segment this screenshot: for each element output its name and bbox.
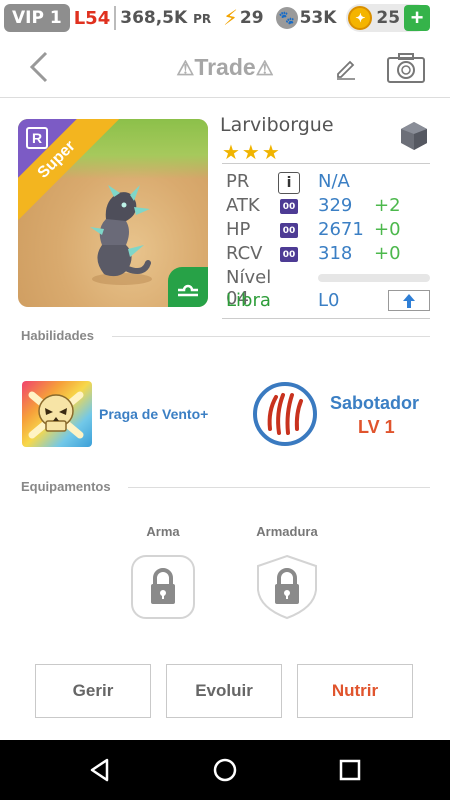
weapon-slot[interactable] xyxy=(130,554,196,620)
camera-icon[interactable] xyxy=(386,52,426,84)
sign-upgrade-button[interactable] xyxy=(388,290,430,311)
divider xyxy=(114,6,117,30)
stat-label: HP xyxy=(226,219,251,240)
stat-value: 329 xyxy=(318,195,353,216)
stat-bonus: +0 xyxy=(374,243,401,264)
level-progress-bar xyxy=(318,274,430,282)
section-divider xyxy=(112,336,430,337)
rock-element-icon xyxy=(401,122,427,150)
stat-value: 318 xyxy=(318,243,353,264)
vip-badge[interactable]: VIP 1 xyxy=(4,4,70,32)
stat-bonus: +0 xyxy=(374,219,401,240)
sign-level: L0 xyxy=(318,290,340,311)
coin-icon: ✦ xyxy=(348,6,373,30)
rarity-badge: R xyxy=(26,127,48,149)
back-triangle-icon[interactable] xyxy=(88,758,112,782)
status-bar: VIP 1 L54 368,5K PR ⚡ 29 🐾 53K ✦ 25 + xyxy=(0,0,450,36)
player-level: L54 xyxy=(73,7,111,29)
energy-value: 29 xyxy=(239,8,264,28)
lightning-icon: ⚡ xyxy=(223,6,238,30)
armor-slot-label: Armadura xyxy=(256,524,318,539)
add-coins-button[interactable]: + xyxy=(404,5,431,31)
skull-icon xyxy=(28,391,84,439)
recents-square-icon[interactable] xyxy=(338,758,362,782)
stat-tag: 00 xyxy=(280,247,298,262)
arrow-up-icon xyxy=(403,293,415,308)
paw-counter[interactable]: 🐾 53K xyxy=(275,7,337,29)
monster-name: Larviborgue xyxy=(220,114,334,136)
equipment-section-label: Equipamentos xyxy=(21,479,111,494)
skill-name[interactable]: Praga de Vento+ xyxy=(99,406,208,422)
warning-icon: ⚠ xyxy=(176,58,195,80)
feed-button[interactable]: Nutrir xyxy=(297,664,413,718)
manage-button[interactable]: Gerir xyxy=(35,664,151,718)
page-title[interactable]: ⚠Trade⚠ xyxy=(0,54,450,81)
power-unit: PR xyxy=(193,12,212,26)
top-bar: ⚠Trade⚠ xyxy=(0,36,450,98)
section-divider xyxy=(128,487,430,488)
armor-slot[interactable] xyxy=(254,554,320,620)
stat-label: RCV xyxy=(226,243,263,264)
stat-value: N/A xyxy=(318,171,350,192)
paw-value: 53K xyxy=(299,8,337,28)
warning-icon: ⚠ xyxy=(255,58,274,80)
skills-section-label: Habilidades xyxy=(21,328,94,343)
sign-name: Libra xyxy=(226,290,271,311)
home-circle-icon[interactable] xyxy=(213,758,237,782)
libra-icon xyxy=(178,284,198,297)
coin-counter[interactable]: ✦ 25 + xyxy=(346,4,431,32)
page-title-text: Trade xyxy=(194,54,256,80)
system-nav-bar xyxy=(0,740,450,800)
ability-level: LV 1 xyxy=(358,417,395,437)
info-icon[interactable]: i xyxy=(278,172,300,194)
stats-divider xyxy=(222,163,430,164)
stat-tag: 00 xyxy=(280,223,298,238)
stat-label: ATK xyxy=(226,195,260,216)
stat-label: PR xyxy=(226,171,250,192)
ability-name[interactable]: Sabotador xyxy=(330,393,419,414)
monster-figure xyxy=(90,185,152,285)
stat-bonus: +2 xyxy=(374,195,401,216)
claw-scratch-icon[interactable] xyxy=(252,381,318,447)
libra-sign-badge xyxy=(168,267,208,307)
paw-icon: 🐾 xyxy=(275,7,298,29)
weapon-slot-label: Arma xyxy=(146,524,180,539)
stat-tag: 00 xyxy=(280,199,298,214)
edit-pencil-icon[interactable] xyxy=(334,56,358,80)
stats-divider xyxy=(222,318,430,319)
power-rating: 368,5K PR xyxy=(120,8,211,28)
star-rating: ★★★ xyxy=(222,142,282,164)
evolve-button[interactable]: Evoluir xyxy=(166,664,282,718)
stat-value: 2671 xyxy=(318,219,364,240)
coin-value: 25 xyxy=(376,8,401,28)
energy-counter[interactable]: ⚡ 29 xyxy=(223,6,263,30)
power-value: 368,5K xyxy=(120,8,188,28)
skill-icon[interactable] xyxy=(22,381,92,447)
monster-portrait[interactable]: Super R xyxy=(18,119,208,307)
